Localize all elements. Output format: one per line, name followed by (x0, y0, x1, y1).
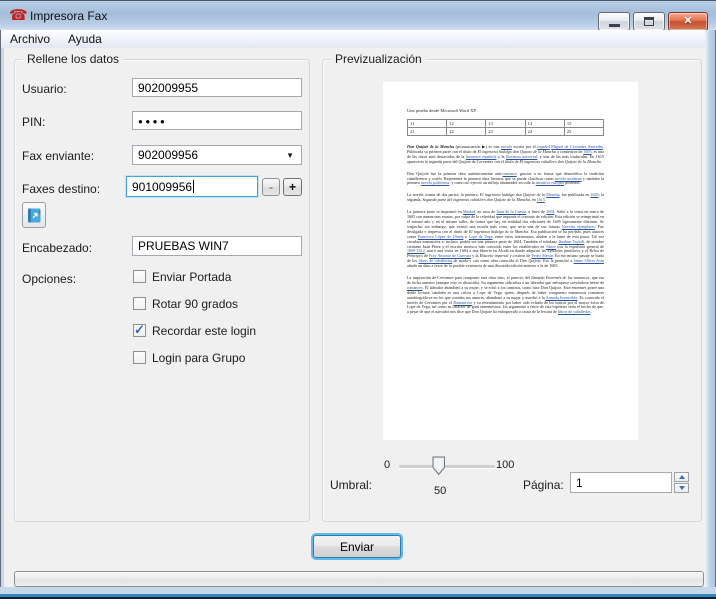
fax-enviante-label: Fax enviante: (22, 149, 94, 163)
close-button[interactable]: ✕ (668, 12, 708, 31)
checkbox-row[interactable]: ✓ Recordar este login (133, 324, 256, 337)
text-caret (193, 180, 194, 193)
pagina-spin-up-button[interactable] (674, 472, 689, 482)
table-cell: 22 (447, 128, 486, 135)
menu-item-archivo[interactable]: Archivo (1, 30, 59, 48)
group-preview-legend: Previzualización (331, 52, 426, 66)
document-intro-line: Una prueba desde Microsoft Word XP. (407, 108, 604, 113)
checkbox-row[interactable]: ✓ Enviar Portada (133, 270, 256, 283)
chevron-down-icon: ▼ (286, 151, 294, 160)
check-icon: ✓ (134, 322, 145, 338)
pagina-value: 1 (576, 476, 583, 490)
faxes-destino-value: 901009956 (132, 180, 192, 194)
encabezado-value: PRUEBAS WIN7 (138, 239, 229, 253)
table-cell: 11 (408, 120, 447, 127)
checkbox-unchecked[interactable]: ✓ (133, 270, 146, 283)
doc-table: 11121314152122232425 (407, 119, 604, 136)
maximize-button[interactable] (633, 12, 665, 31)
checkbox-row[interactable]: ✓ Login para Grupo (133, 351, 256, 364)
table-cell: 12 (447, 120, 486, 127)
usuario-label: Usuario: (22, 82, 67, 96)
table-cell: 13 (486, 120, 525, 127)
menubar: Archivo Ayuda (1, 30, 715, 48)
encabezado-label: Encabezado: (22, 241, 92, 255)
table-cell: 23 (486, 128, 525, 135)
table-cell: 14 (526, 120, 565, 127)
opciones-label: Opciones: (22, 272, 76, 286)
doc-paragraph: La primera parte se imprimió en Madrid, … (407, 210, 604, 269)
minimize-icon (609, 24, 620, 27)
arrow-up-icon (679, 475, 685, 479)
checkbox-label: Enviar Portada (152, 270, 231, 284)
doc-paragraph: La novela consta de dos partes: la prime… (407, 193, 604, 203)
enviar-button[interactable]: Enviar (313, 535, 401, 558)
table-cell: 25 (565, 128, 603, 135)
pin-label: PIN: (22, 115, 45, 129)
umbral-value: 50 (434, 485, 446, 497)
minimize-button[interactable] (598, 12, 630, 31)
doc-paragraph: Don Quijote fue la primera obra auténtic… (407, 172, 604, 187)
address-book-button[interactable] (22, 202, 46, 228)
fax-enviante-value: 902009956 (138, 148, 198, 162)
table-cell: 15 (565, 120, 603, 127)
checkbox-unchecked[interactable]: ✓ (133, 297, 146, 310)
faxes-destino-input[interactable]: 901009956 (126, 176, 258, 197)
group-rellene-legend: Rellene los datos (23, 52, 123, 66)
umbral-max-label: 100 (496, 459, 514, 471)
table-row: 2122232425 (408, 128, 603, 135)
checkbox-label: Login para Grupo (152, 351, 245, 365)
pin-value: ●●●● (138, 116, 167, 126)
table-cell: 24 (526, 128, 565, 135)
close-icon: ✕ (683, 16, 692, 27)
encabezado-input[interactable]: PRUEBAS WIN7 (132, 236, 302, 256)
fax-icon: ☎ (9, 6, 28, 26)
table-cell: 21 (408, 128, 447, 135)
pagina-input[interactable]: 1 (570, 472, 672, 493)
fax-enviante-select[interactable]: 902009956 ▼ (132, 145, 302, 165)
usuario-input[interactable]: 902009955 (132, 78, 302, 97)
umbral-slider-thumb[interactable] (432, 456, 446, 476)
umbral-min-label: 0 (384, 459, 390, 471)
address-book-icon (26, 207, 43, 224)
pagina-spin-down-button[interactable] (674, 483, 689, 493)
document-content: Una prueba desde Microsoft Word XP. 1112… (407, 108, 604, 322)
pagina-label: Página: (523, 478, 564, 492)
add-fax-button[interactable]: + (283, 178, 302, 196)
remove-fax-button[interactable]: - (262, 178, 280, 196)
checkbox-checked[interactable]: ✓ (133, 324, 146, 337)
umbral-label: Umbral: (330, 478, 372, 492)
maximize-icon (644, 17, 654, 26)
progress-bar (14, 571, 704, 587)
fax-preview-page: Una prueba desde Microsoft Word XP. 1112… (383, 82, 638, 440)
usuario-value: 902009955 (138, 81, 198, 95)
arrow-down-icon (679, 486, 685, 490)
doc-paragraph: Don Quijote de la Mancha (pronunciación … (407, 145, 604, 165)
opciones-checkboxes: ✓ Enviar Portada ✓ Rotar 90 grados ✓ Recordar… (133, 270, 256, 378)
checkbox-label: Recordar este login (152, 324, 256, 338)
checkbox-unchecked[interactable]: ✓ (133, 351, 146, 364)
table-row: 1112131415 (408, 120, 603, 128)
impresora-fax-window: ☎ Impresora Fax ✕ Archivo Ayuda Rellene … (0, 0, 716, 599)
window-right-border (705, 30, 716, 590)
checkbox-row[interactable]: ✓ Rotar 90 grados (133, 297, 256, 310)
titlebar: ☎ Impresora Fax ✕ (0, 0, 716, 30)
doc-paragraph: La inspiración de Cervantes para compone… (407, 276, 604, 315)
checkbox-label: Rotar 90 grados (152, 297, 238, 311)
menu-item-ayuda[interactable]: Ayuda (59, 30, 111, 48)
doc-paragraphs: Don Quijote de la Mancha (pronunciación … (407, 145, 604, 315)
umbral-slider-track[interactable] (399, 465, 495, 468)
faxes-destino-label: Faxes destino: (22, 182, 100, 196)
pin-input[interactable]: ●●●● (132, 111, 302, 130)
window-title: Impresora Fax (30, 9, 107, 23)
